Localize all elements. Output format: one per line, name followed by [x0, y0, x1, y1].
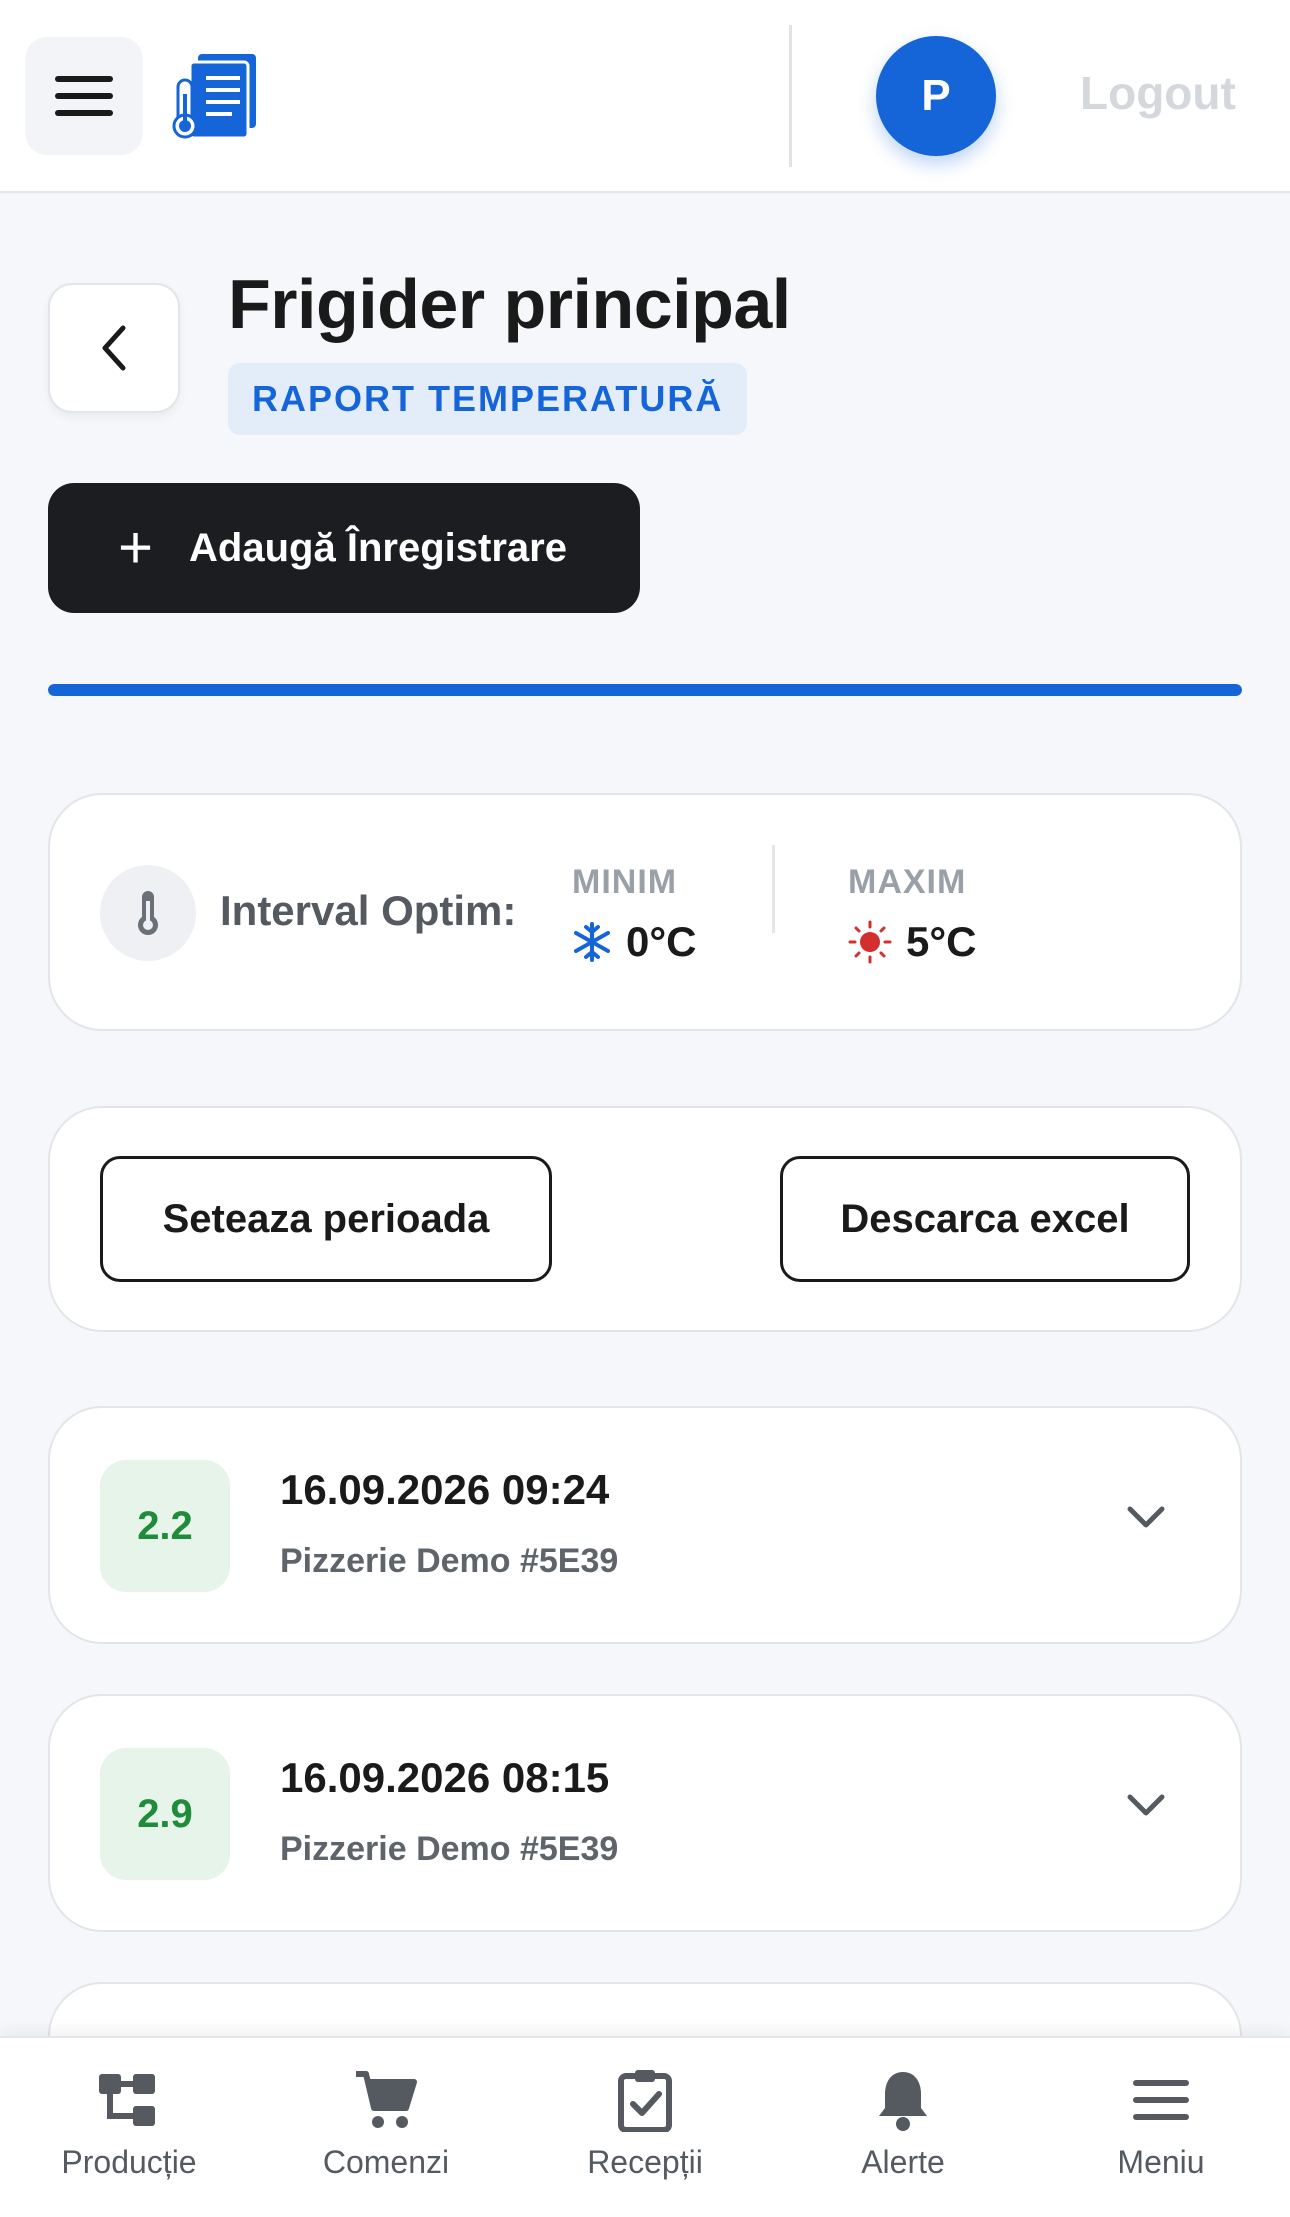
- nav-item-productie[interactable]: Producție: [29, 2068, 229, 2181]
- temperature-chip: 2.9: [100, 1748, 230, 1880]
- add-record-label: Adaugă Înregistrare: [189, 525, 567, 570]
- progress-fill: [48, 684, 1242, 696]
- min-temp-value: 0°C: [626, 918, 697, 965]
- nav-item-alerte[interactable]: Alerte: [803, 2068, 1003, 2181]
- filter-card: Seteaza perioada Descarca excel: [48, 1106, 1242, 1332]
- progress-bar: [48, 684, 1242, 696]
- record-location: Pizzerie Demo #5E39: [280, 1830, 619, 1868]
- top-header: P Logout: [0, 0, 1290, 193]
- download-excel-button[interactable]: Descarca excel: [780, 1156, 1190, 1282]
- nav-label: Recepții: [587, 2144, 703, 2180]
- range-separator: [772, 845, 775, 933]
- nav-label: Comenzi: [322, 2144, 450, 2180]
- hamburger-menu-button[interactable]: [25, 37, 143, 155]
- production-icon: [99, 2074, 155, 2126]
- nav-item-receptii[interactable]: Recepții: [545, 2068, 745, 2181]
- add-record-button[interactable]: + Adaugă Înregistrare: [48, 483, 640, 613]
- report-type-badge: RAPORT TEMPERATURĂ: [228, 363, 748, 435]
- hamburger-icon: [55, 76, 113, 116]
- cart-icon: [356, 2071, 417, 2128]
- optimal-range-card: Interval Optim: MINIM 0°C MAXIM 5°C: [48, 793, 1242, 1031]
- record-item[interactable]: 2.2 16.09.2026 09:24 Pizzerie Demo #5E39: [48, 1406, 1242, 1644]
- bell-icon: [879, 2072, 927, 2131]
- chevron-down-icon[interactable]: [1126, 1504, 1166, 1530]
- nav-label: Alerte: [861, 2144, 945, 2180]
- max-temp-value-row: 5°C: [848, 918, 977, 966]
- min-temp-heading: MINIM: [572, 863, 678, 901]
- nav-label: Meniu: [1117, 2144, 1205, 2180]
- record-datetime: 16.09.2026 09:24: [280, 1466, 610, 1513]
- max-temp-value: 5°C: [906, 918, 977, 965]
- max-temp-block: MAXIM 5°C: [848, 863, 977, 966]
- plus-icon: +: [118, 514, 154, 581]
- snowflake-icon: [574, 922, 610, 962]
- record-item[interactable]: 2.9 16.09.2026 08:15 Pizzerie Demo #5E39: [48, 1694, 1242, 1932]
- app-root: P Logout Frigider principal RAPORT TEMPE…: [0, 0, 1290, 2217]
- header-divider: [789, 25, 792, 167]
- min-temp-block: MINIM 0°C: [572, 863, 697, 966]
- logout-button[interactable]: Logout: [1080, 66, 1236, 120]
- menu-icon: [1133, 2080, 1189, 2120]
- page-title: Frigider principal: [228, 265, 791, 343]
- thermometer-icon: [138, 891, 158, 935]
- back-button[interactable]: [48, 283, 180, 413]
- nav-item-comenzi[interactable]: Comenzi: [286, 2068, 486, 2181]
- chevron-down-icon[interactable]: [1126, 1792, 1166, 1818]
- set-period-button[interactable]: Seteaza perioada: [100, 1156, 552, 1282]
- clipboard-check-icon: [618, 2070, 672, 2132]
- thermometer-badge: [100, 865, 196, 961]
- temperature-chip: 2.2: [100, 1460, 230, 1592]
- bottom-navigation: Producție Comenzi Recepții Alerte Meniu: [0, 2036, 1290, 2217]
- chevron-left-icon: [102, 325, 126, 371]
- min-temp-value-row: 0°C: [572, 918, 697, 966]
- optimal-range-label: Interval Optim:: [220, 887, 517, 934]
- user-avatar[interactable]: P: [876, 36, 996, 156]
- record-datetime: 16.09.2026 08:15: [280, 1754, 610, 1801]
- sun-icon: [848, 920, 892, 964]
- nav-item-meniu[interactable]: Meniu: [1061, 2068, 1261, 2181]
- app-logo-icon: [172, 54, 256, 140]
- record-location: Pizzerie Demo #5E39: [280, 1542, 619, 1580]
- nav-label: Producție: [61, 2144, 197, 2180]
- max-temp-heading: MAXIM: [848, 863, 967, 901]
